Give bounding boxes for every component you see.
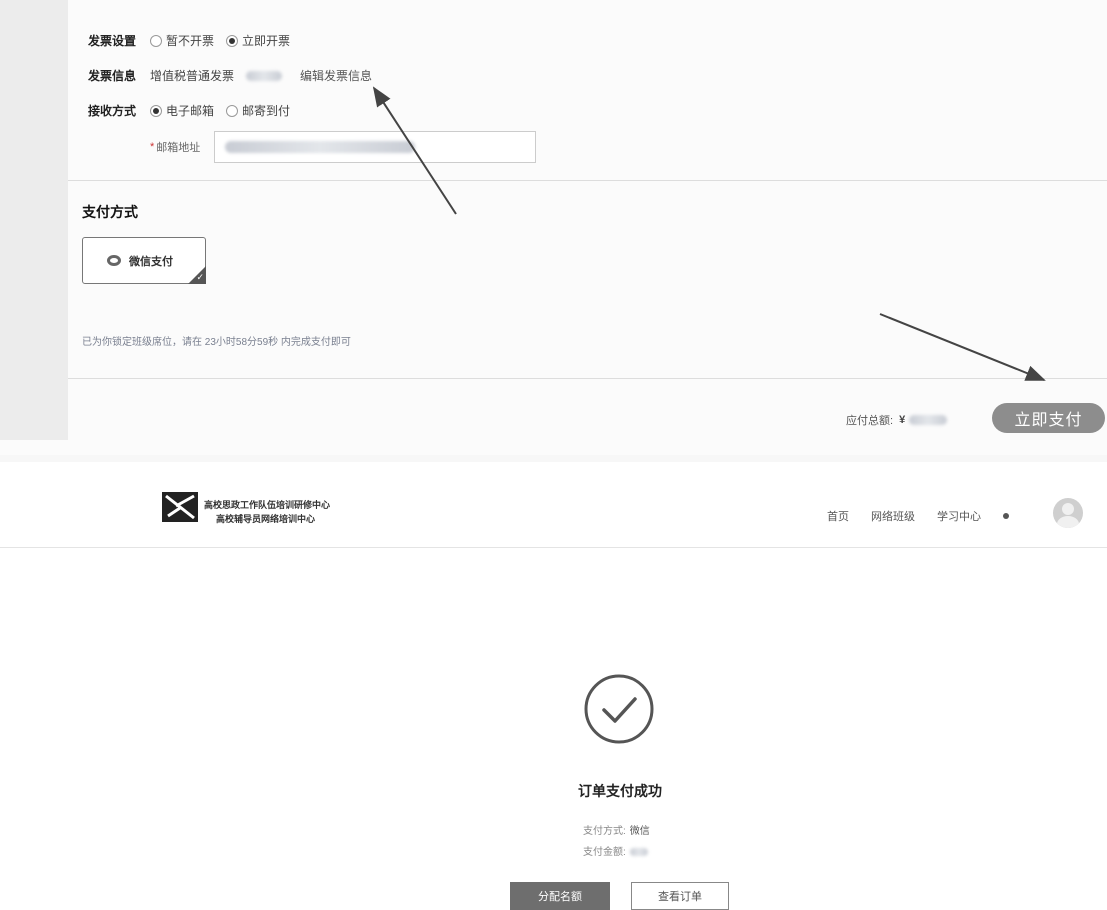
invoice-settings-label: 发票设置 bbox=[88, 34, 137, 48]
paid-method-value: 微信 bbox=[629, 826, 650, 837]
radio-email-label: 电子邮箱 bbox=[166, 104, 215, 118]
radio-post-label: 邮寄到付 bbox=[242, 104, 291, 118]
notification-dot-icon[interactable] bbox=[1003, 513, 1009, 519]
radio-checked-icon bbox=[150, 104, 162, 117]
wechat-pay-label: 微信支付 bbox=[129, 255, 173, 268]
email-value-redacted bbox=[225, 141, 416, 153]
nav-online-class[interactable]: 网络班级 bbox=[871, 508, 915, 524]
top-nav: 首页 网络班级 学习中心 bbox=[827, 508, 1033, 524]
total-amount: 应付总额: ¥ bbox=[846, 412, 948, 428]
total-label: 应付总额: bbox=[846, 415, 894, 427]
pay-now-button[interactable]: 立即支付 bbox=[992, 403, 1105, 433]
wechat-icon bbox=[107, 255, 121, 266]
divider bbox=[68, 378, 1107, 379]
site-header: 高校思政工作队伍培训研修中心 高校辅导员网络培训中心 首页 网络班级 学习中心 bbox=[0, 462, 1107, 542]
paid-amount-redacted bbox=[629, 848, 648, 857]
currency-symbol: ¥ bbox=[899, 414, 906, 426]
paid-amount-label: 支付金额: bbox=[583, 847, 626, 858]
avatar[interactable] bbox=[1053, 498, 1083, 528]
radio-email[interactable]: 电子邮箱 bbox=[150, 102, 214, 119]
assign-quota-button[interactable]: 分配名额 bbox=[510, 882, 610, 910]
email-label: 邮箱地址 bbox=[156, 142, 201, 154]
nav-home[interactable]: 首页 bbox=[827, 508, 849, 524]
invoice-info-row: 发票信息 增值税普通发票 编辑发票信息 bbox=[88, 67, 372, 84]
success-check-icon bbox=[584, 674, 654, 744]
paid-amount-line: 支付金额: bbox=[583, 843, 648, 858]
brand-line-1: 高校思政工作队伍培训研修中心 bbox=[204, 500, 331, 510]
seat-lock-notice: 已为你锁定班级席位，请在 23小时58分59秒 内完成支付即可 bbox=[82, 337, 351, 348]
invoice-settings-row: 发票设置 暂不开票 立即开票 bbox=[88, 32, 302, 49]
receive-method-row: 接收方式 电子邮箱 邮寄到付 bbox=[88, 102, 302, 119]
checkout-panel: 发票设置 暂不开票 立即开票 发票信息 增值税普通发票 编辑发票信息 接收方式 … bbox=[0, 0, 1107, 455]
radio-no-invoice[interactable]: 暂不开票 bbox=[150, 32, 214, 49]
required-mark: * bbox=[150, 141, 155, 153]
total-value-redacted bbox=[909, 415, 948, 425]
payment-method-title: 支付方式 bbox=[82, 204, 138, 220]
radio-post[interactable]: 邮寄到付 bbox=[226, 102, 290, 119]
invoice-title-redacted bbox=[246, 70, 283, 81]
left-sidebar-strip bbox=[0, 0, 68, 440]
view-order-button[interactable]: 查看订单 bbox=[631, 882, 729, 910]
logo-icon bbox=[162, 492, 198, 522]
brand-name: 高校思政工作队伍培训研修中心 高校辅导员网络培训中心 bbox=[204, 498, 330, 526]
radio-invoice-now-label: 立即开票 bbox=[242, 34, 291, 48]
success-title: 订单支付成功 bbox=[578, 783, 662, 799]
radio-circle-icon bbox=[226, 104, 239, 117]
radio-no-invoice-label: 暂不开票 bbox=[166, 34, 215, 48]
radio-invoice-now[interactable]: 立即开票 bbox=[226, 32, 290, 49]
email-input[interactable] bbox=[214, 131, 537, 163]
wechat-pay-option[interactable]: 微信支付 ✓ bbox=[82, 237, 206, 284]
check-icon: ✓ bbox=[196, 272, 204, 282]
brand-line-2: 高校辅导员网络培训中心 bbox=[216, 514, 316, 524]
paid-method-line: 支付方式: 微信 bbox=[583, 822, 650, 837]
email-row: * 邮箱地址 bbox=[150, 131, 537, 163]
invoice-type: 增值税普通发票 bbox=[150, 69, 235, 83]
success-panel: 高校思政工作队伍培训研修中心 高校辅导员网络培训中心 首页 网络班级 学习中心 … bbox=[0, 462, 1107, 910]
header-divider bbox=[0, 547, 1107, 548]
radio-checked-icon bbox=[226, 34, 239, 47]
edit-invoice-link[interactable]: 编辑发票信息 bbox=[300, 67, 372, 84]
receive-method-label: 接收方式 bbox=[88, 104, 137, 118]
invoice-info-label: 发票信息 bbox=[88, 69, 137, 83]
divider bbox=[68, 180, 1107, 181]
nav-learning-center[interactable]: 学习中心 bbox=[937, 508, 981, 524]
arrow-to-pay-now bbox=[879, 313, 1046, 381]
paid-method-label: 支付方式: bbox=[583, 826, 626, 837]
radio-circle-icon bbox=[150, 34, 162, 47]
